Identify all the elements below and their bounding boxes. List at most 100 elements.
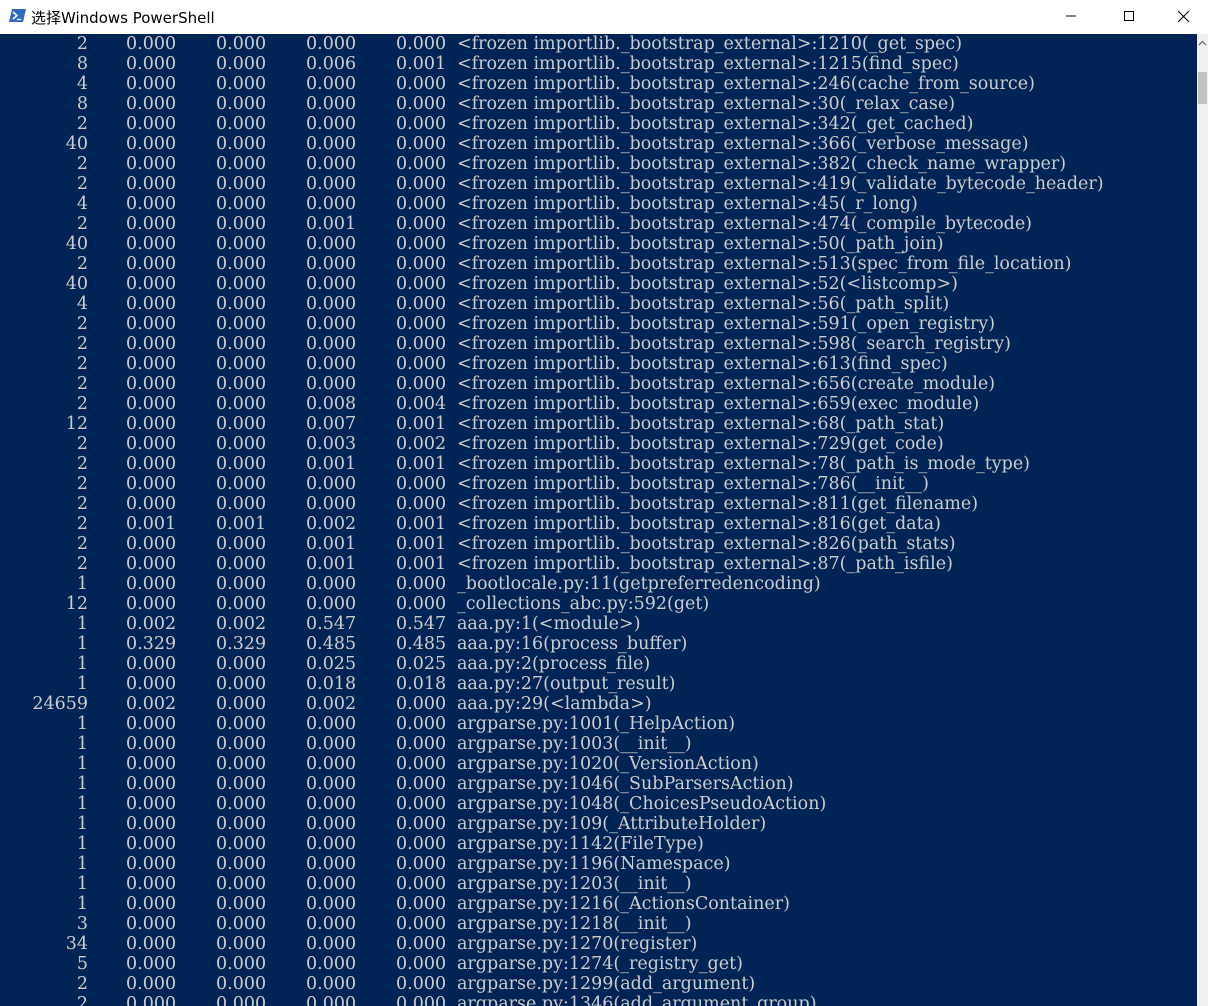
console-cell-tottime: 0.000 xyxy=(126,534,177,554)
console-cell-tottime: 0.000 xyxy=(126,74,177,94)
console-cell-percall1: 0.000 xyxy=(216,34,267,54)
console-cell-percall2: 0.000 xyxy=(396,34,447,54)
console-cell-percall2: 0.000 xyxy=(396,994,447,1006)
console-line: 2 0.000 0.000 0.001 0.001 <frozen importlib._… xyxy=(0,554,1197,574)
minimize-button[interactable] xyxy=(1044,0,1098,32)
console-cell-ncalls: 2 xyxy=(76,454,88,474)
console-cell-percall2: 0.000 xyxy=(396,314,447,334)
console-cell-cumtime: 0.000 xyxy=(306,494,357,514)
console-cell-tottime: 0.000 xyxy=(126,274,177,294)
close-button[interactable] xyxy=(1156,0,1208,32)
console-cell-percall2: 0.485 xyxy=(396,634,447,654)
console-cell-ncalls: 3 xyxy=(76,914,88,934)
console-cell-tottime: 0.000 xyxy=(126,854,177,874)
console-cell-percall2: 0.000 xyxy=(396,934,447,954)
console-cell-func: aaa.py:29(<lambda>) xyxy=(457,694,652,714)
console-cell-tottime: 0.000 xyxy=(126,734,177,754)
console-cell-tottime: 0.000 xyxy=(126,294,177,314)
console-cell-ncalls: 4 xyxy=(76,194,88,214)
console-cell-ncalls: 2 xyxy=(76,474,88,494)
console-cell-percall2: 0.000 xyxy=(396,814,447,834)
console-cell-percall1: 0.329 xyxy=(216,634,267,654)
console-line: 4 0.000 0.000 0.000 0.000 <frozen importlib._… xyxy=(0,194,1197,214)
console-cell-percall2: 0.000 xyxy=(396,834,447,854)
console-cell-percall2: 0.000 xyxy=(396,914,447,934)
console-cell-tottime: 0.000 xyxy=(126,874,177,894)
close-icon xyxy=(1177,10,1189,22)
console-line: 2 0.000 0.000 0.000 0.000 <frozen importlib._… xyxy=(0,354,1197,374)
console-line: 1 0.000 0.000 0.000 0.000 _bootlocale.py:11(g… xyxy=(0,574,1197,594)
console-line: 1 0.000 0.000 0.025 0.025 aaa.py:2(process_fi… xyxy=(0,654,1197,674)
console-cell-percall2: 0.000 xyxy=(396,774,447,794)
console-cell-cumtime: 0.000 xyxy=(306,254,357,274)
console-cell-percall2: 0.000 xyxy=(396,174,447,194)
console-cell-func: <frozen importlib._bootstrap_external>:5… xyxy=(457,294,950,314)
console-cell-percall1: 0.000 xyxy=(216,714,267,734)
console-cell-percall1: 0.000 xyxy=(216,654,267,674)
console-cell-cumtime: 0.000 xyxy=(306,574,357,594)
console-cell-ncalls: 2 xyxy=(76,34,88,54)
console-cell-ncalls: 2 xyxy=(76,314,88,334)
console-cell-tottime: 0.000 xyxy=(126,134,177,154)
console-cell-cumtime: 0.000 xyxy=(306,34,357,54)
console-cell-func: argparse.py:1046(_SubParsersAction) xyxy=(457,774,794,794)
console-cell-cumtime: 0.000 xyxy=(306,714,357,734)
console-cell-percall1: 0.000 xyxy=(216,454,267,474)
minimize-icon xyxy=(1066,15,1076,17)
console-cell-percall2: 0.000 xyxy=(396,154,447,174)
console-output[interactable]: 2 0.000 0.000 0.000 0.000 <frozen importlib._… xyxy=(0,34,1197,1006)
console-cell-ncalls: 1 xyxy=(76,894,88,914)
console-line: 1 0.000 0.000 0.000 0.000 argparse.py:109(_At… xyxy=(0,814,1197,834)
console-line: 40 0.000 0.000 0.000 0.000 <frozen importlib.… xyxy=(0,234,1197,254)
console-cell-percall1: 0.000 xyxy=(216,314,267,334)
console-cell-percall1: 0.000 xyxy=(216,994,267,1006)
console-cell-ncalls: 2 xyxy=(76,554,88,574)
console-cell-func: <frozen importlib._bootstrap_external>:4… xyxy=(457,214,1033,234)
console-cell-tottime: 0.000 xyxy=(126,154,177,174)
vertical-scrollbar[interactable] xyxy=(1197,34,1208,1006)
console-cell-ncalls: 1 xyxy=(76,834,88,854)
powershell-icon xyxy=(9,8,26,23)
console-cell-ncalls: 2 xyxy=(76,994,88,1006)
console-cell-func: <frozen importlib._bootstrap_external>:5… xyxy=(457,314,996,334)
console-cell-tottime: 0.000 xyxy=(126,474,177,494)
console-cell-percall1: 0.000 xyxy=(216,754,267,774)
console-cell-cumtime: 0.003 xyxy=(306,434,357,454)
console-line: 4 0.000 0.000 0.000 0.000 <frozen importlib._… xyxy=(0,294,1197,314)
console-cell-tottime: 0.000 xyxy=(126,594,177,614)
console-cell-ncalls: 8 xyxy=(76,54,88,74)
console-cell-cumtime: 0.007 xyxy=(306,414,357,434)
console-cell-ncalls: 1 xyxy=(76,774,88,794)
console-cell-percall2: 0.000 xyxy=(396,274,447,294)
console-cell-percall2: 0.000 xyxy=(396,754,447,774)
console-cell-cumtime: 0.000 xyxy=(306,94,357,114)
console-cell-percall1: 0.001 xyxy=(216,514,267,534)
console-cell-ncalls: 2 xyxy=(76,334,88,354)
console-cell-ncalls: 2 xyxy=(76,354,88,374)
console-cell-tottime: 0.000 xyxy=(126,494,177,514)
console-line: 1 0.000 0.000 0.000 0.000 argparse.py:1003(__… xyxy=(0,734,1197,754)
maximize-button[interactable] xyxy=(1102,0,1156,32)
console-cell-tottime: 0.000 xyxy=(126,334,177,354)
console-cell-tottime: 0.000 xyxy=(126,714,177,734)
scrollbar-thumb[interactable] xyxy=(1198,72,1207,104)
console-cell-func: <frozen importlib._bootstrap_external>:3… xyxy=(457,114,974,134)
console-cell-tottime: 0.000 xyxy=(126,674,177,694)
console-line: 5 0.000 0.000 0.000 0.000 argparse.py:1274(_r… xyxy=(0,954,1197,974)
console-line: 2 0.000 0.000 0.008 0.004 <frozen importlib._… xyxy=(0,394,1197,414)
title-bar[interactable]: 选择Windows PowerShell xyxy=(0,0,1208,34)
console-cell-func: <frozen importlib._bootstrap_external>:7… xyxy=(457,474,929,494)
console-line: 1 0.000 0.000 0.000 0.000 argparse.py:1196(Na… xyxy=(0,854,1197,874)
console-cell-percall2: 0.000 xyxy=(396,94,447,114)
console-cell-percall1: 0.000 xyxy=(216,474,267,494)
console-line: 2 0.000 0.000 0.000 0.000 argparse.py:1299(ad… xyxy=(0,974,1197,994)
scroll-up-button[interactable] xyxy=(1197,34,1208,51)
console-line: 3 0.000 0.000 0.000 0.000 argparse.py:1218(__… xyxy=(0,914,1197,934)
console-cell-percall2: 0.000 xyxy=(396,854,447,874)
console-cell-percall1: 0.000 xyxy=(216,354,267,374)
console-line: 2 0.000 0.000 0.000 0.000 <frozen importlib._… xyxy=(0,154,1197,174)
console-cell-cumtime: 0.000 xyxy=(306,194,357,214)
console-cell-func: <frozen importlib._bootstrap_external>:4… xyxy=(457,174,1104,194)
window-title: 选择Windows PowerShell xyxy=(31,9,215,27)
console-cell-percall1: 0.002 xyxy=(216,614,267,634)
